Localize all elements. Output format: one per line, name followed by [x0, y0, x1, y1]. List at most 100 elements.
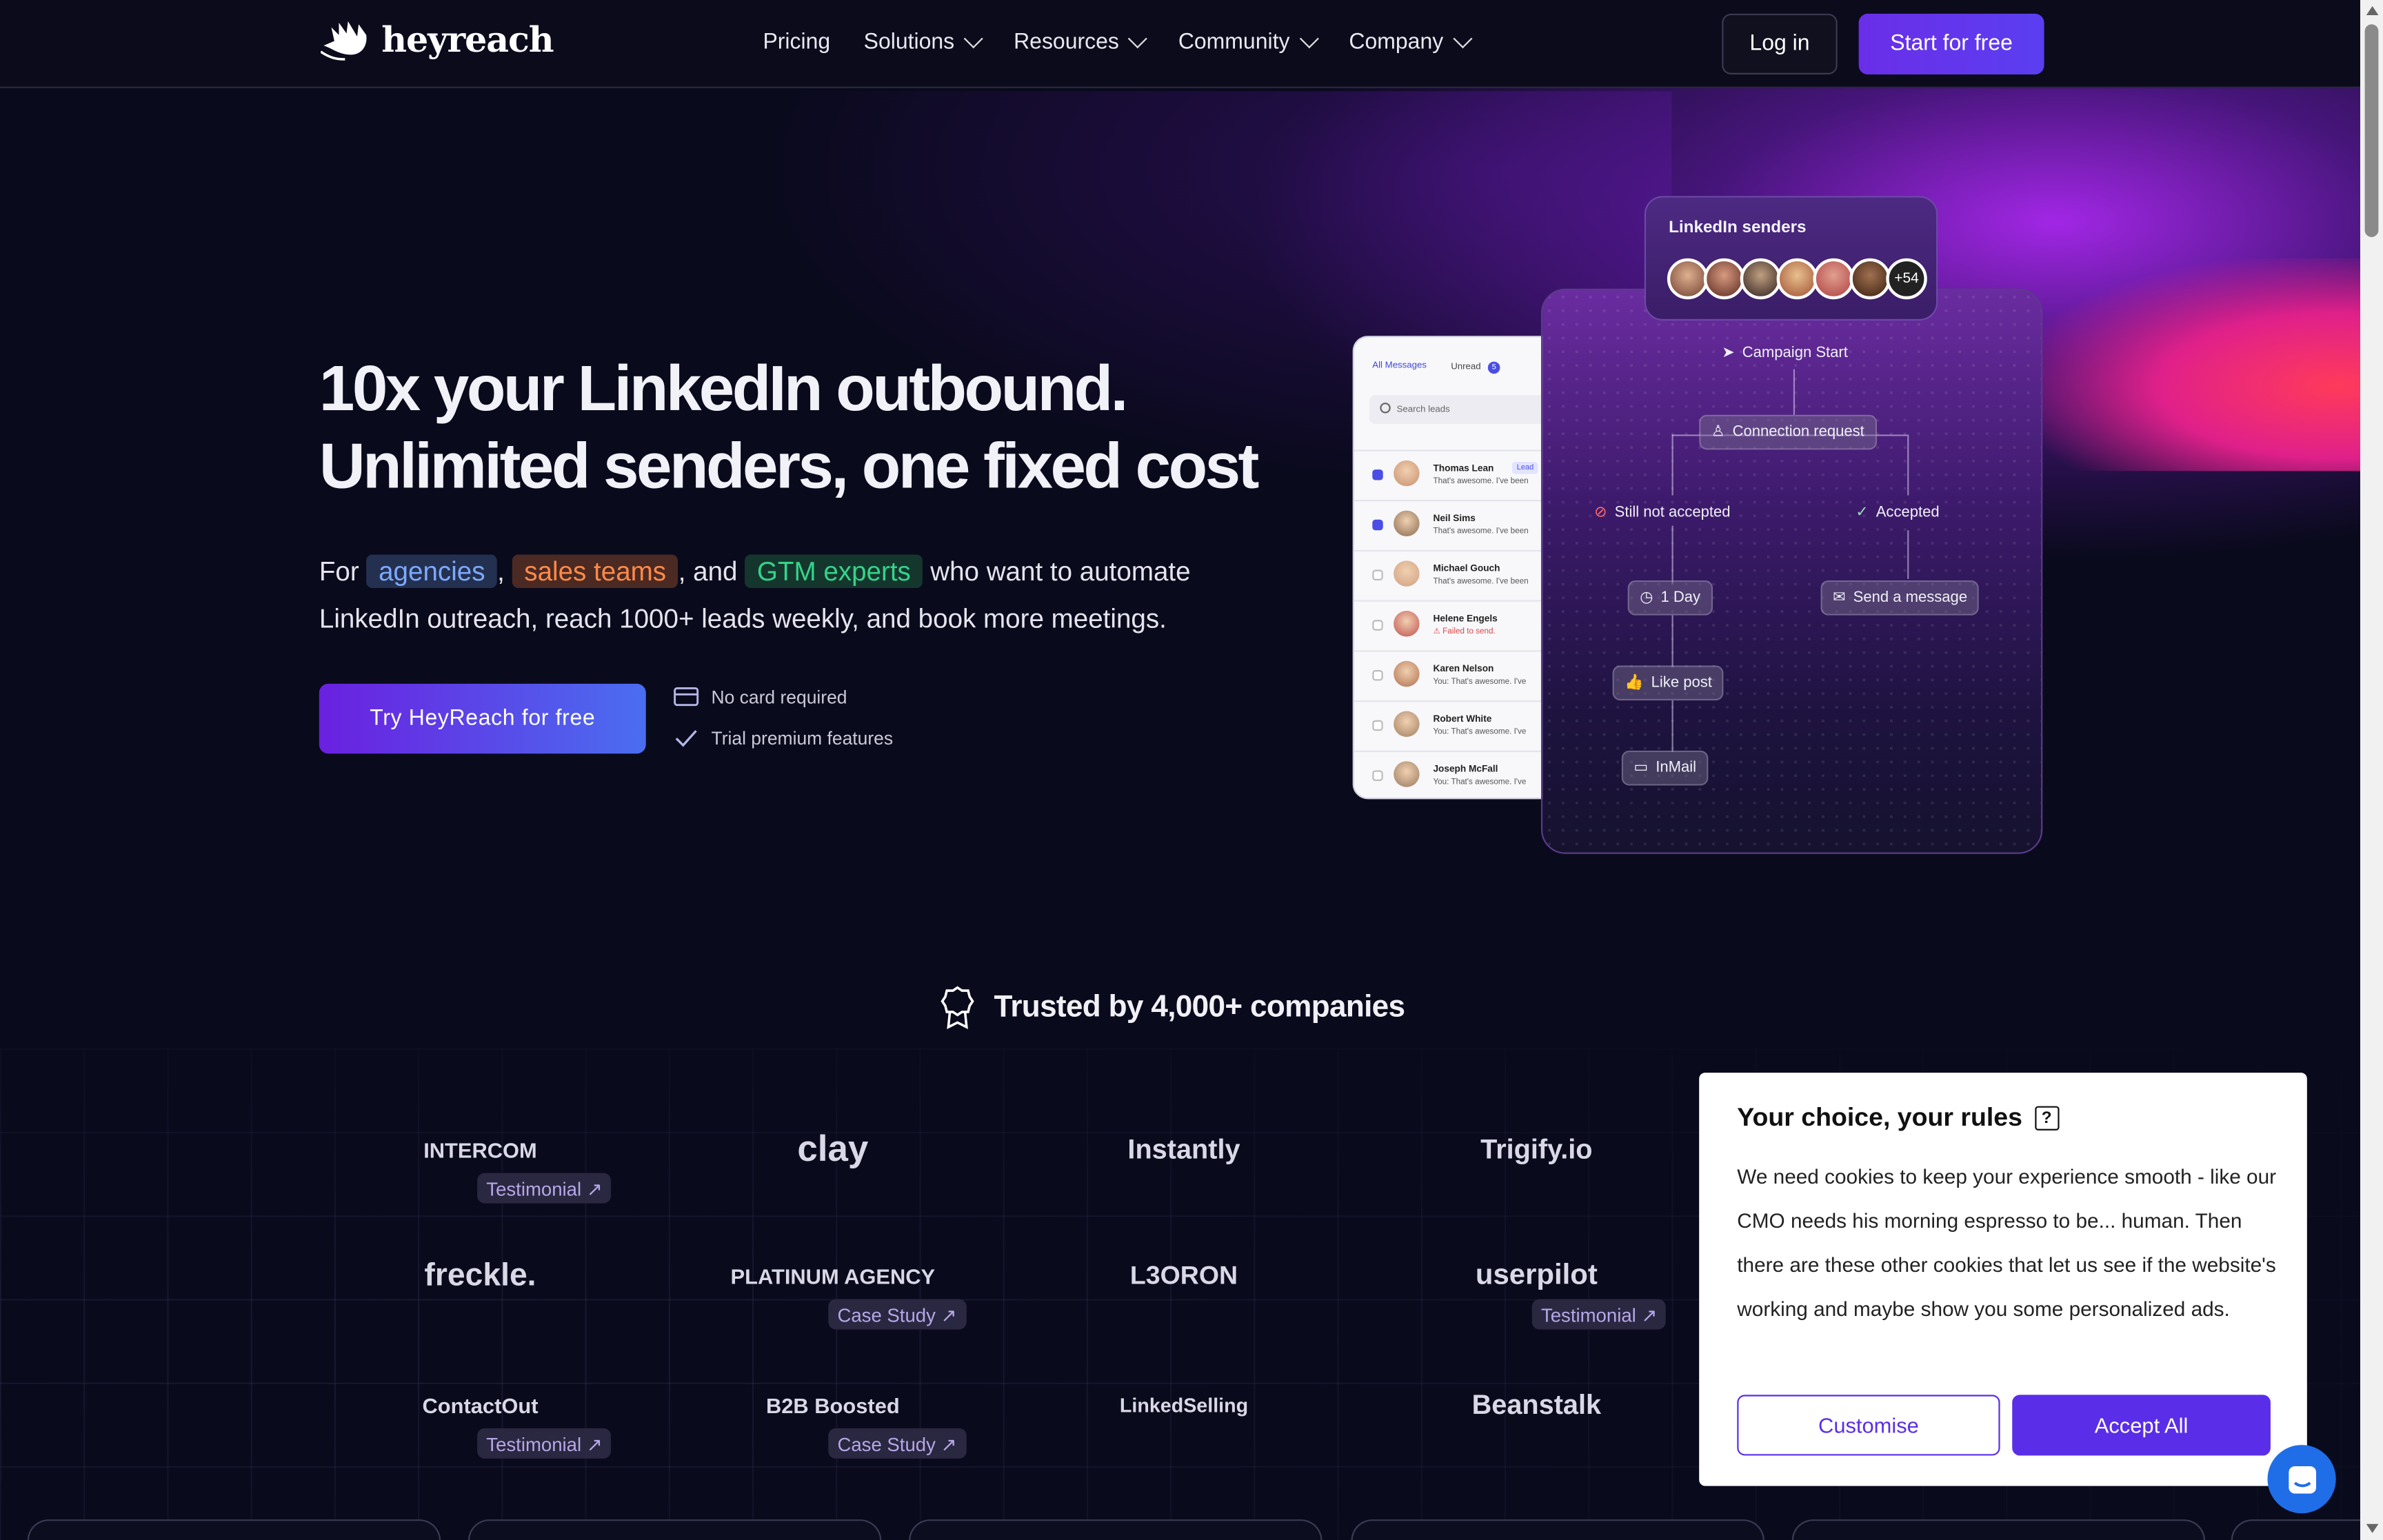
mail-icon: ✉	[1833, 589, 1846, 607]
chevron-down-icon	[1298, 29, 1319, 49]
hero-glow-pink	[2021, 258, 2383, 472]
linkedin-senders-card: LinkedIn senders +54	[1644, 196, 1938, 321]
login-button[interactable]: Log in	[1722, 13, 1838, 75]
wave-hand-logo-icon	[321, 21, 367, 61]
brand-logo[interactable]: heyreach	[321, 18, 554, 61]
tab-unread-label: Unread	[1451, 363, 1481, 373]
brand-badge[interactable]: Testimonial ↗	[477, 1173, 612, 1204]
inbox-row[interactable]: Neil Sims That's awesome. I've been	[1354, 500, 1565, 550]
avatar	[1776, 258, 1818, 300]
brand-name: Instantly	[1127, 1134, 1240, 1165]
brand-name: heyreach	[381, 19, 554, 61]
trusted-heading: Trusted by 4,000+ companies	[939, 984, 1405, 1030]
brand-badge[interactable]: Testimonial ↗	[1531, 1299, 1667, 1330]
brand-logo-l3oron: L3ORON	[1121, 1261, 1238, 1291]
accepted-label: Accepted	[1876, 504, 1940, 522]
user-icon: ♙	[1711, 423, 1725, 441]
inbox-row[interactable]: Karen Nelson You: That's awesome. I've	[1354, 650, 1565, 700]
start-free-button[interactable]: Start for free	[1858, 13, 2044, 75]
chevron-down-icon	[1452, 29, 1472, 49]
accept-all-button[interactable]: Accept All	[2012, 1395, 2271, 1456]
scroll-up-arrow-icon[interactable]	[2366, 6, 2379, 16]
feature-card	[27, 1519, 441, 1540]
nav-solutions[interactable]: Solutions	[864, 29, 983, 54]
sub-rest2: LinkedIn outreach, reach 1000+ leads wee…	[319, 603, 1167, 634]
inbox-row[interactable]: Joseph McFall You: That's awesome. I've	[1354, 750, 1565, 798]
row-name: Michael Gouch	[1433, 563, 1500, 575]
brand-logo-linkedselling: LinkedSelling	[1111, 1394, 1248, 1417]
cookie-body: We need cookies to keep your experience …	[1737, 1165, 2277, 1321]
node-inmail[interactable]: ▭ InMail	[1621, 750, 1709, 786]
send-message-label: Send a message	[1853, 589, 1968, 607]
sub-comma: ,	[497, 556, 505, 587]
node-accepted[interactable]: ✓ Accepted	[1856, 505, 1939, 521]
avatar	[1394, 711, 1420, 737]
brand-badge[interactable]: Case Study ↗	[828, 1299, 966, 1330]
row-checkbox[interactable]	[1372, 770, 1383, 781]
send-icon: ➤	[1722, 345, 1735, 362]
scrollbar-thumb[interactable]	[2364, 24, 2379, 237]
node-send-message[interactable]: ✉ Send a message	[1820, 580, 1980, 616]
question-icon[interactable]: ?	[2034, 1106, 2059, 1131]
tab-unread[interactable]: Unread 5	[1451, 361, 1500, 374]
brand-badge[interactable]: Testimonial ↗	[477, 1428, 612, 1459]
cookie-banner: Your choice, your rules ? We need cookie…	[1699, 1073, 2307, 1486]
inbox-row[interactable]: Robert White You: That's awesome. I've	[1354, 700, 1565, 751]
perk-trial-label: Trial premium features	[711, 727, 894, 749]
nav-resources[interactable]: Resources	[1014, 29, 1148, 55]
inmail-label: InMail	[1656, 760, 1697, 777]
nav-community[interactable]: Community	[1178, 29, 1319, 55]
nav-company[interactable]: Company	[1349, 29, 1472, 54]
node-one-day[interactable]: ◷ 1 Day	[1627, 580, 1713, 616]
page-scrollbar[interactable]	[2360, 0, 2383, 1540]
avatar	[1394, 660, 1420, 687]
cookie-title-text: Your choice, your rules	[1737, 1103, 2022, 1133]
node-still-not-accepted[interactable]: ⊘ Still not accepted	[1594, 505, 1730, 521]
nav-pricing[interactable]: Pricing	[763, 30, 830, 54]
hero-title-line1: 10x your LinkedIn outbound.	[319, 352, 1129, 424]
avatar	[1394, 560, 1420, 587]
try-heyreach-button[interactable]: Try HeyReach for free	[319, 683, 646, 754]
hero-title: 10x your LinkedIn outbound. Unlimited se…	[319, 349, 1260, 505]
avatar	[1703, 258, 1745, 300]
one-day-label: 1 Day	[1660, 589, 1701, 607]
search-leads-input[interactable]: Search leads	[1369, 395, 1549, 424]
perk-no-card-label: No card required	[711, 686, 847, 708]
brand-badge[interactable]: Case Study ↗	[828, 1428, 966, 1459]
chevron-down-icon	[1128, 29, 1148, 49]
inbox-icon: ▭	[1633, 760, 1649, 777]
avatar	[1394, 611, 1420, 637]
nav-community-label: Community	[1178, 30, 1290, 55]
node-campaign-start[interactable]: ➤ Campaign Start	[1722, 345, 1848, 361]
customise-button[interactable]: Customise	[1737, 1395, 2000, 1456]
inbox-row[interactable]: Thomas Lean Lead That's awesome. I've been	[1354, 449, 1565, 500]
row-message: That's awesome. I've been	[1433, 527, 1529, 537]
scroll-down-arrow-icon[interactable]	[2366, 1523, 2379, 1533]
like-post-label: Like post	[1651, 674, 1712, 691]
row-checkbox[interactable]	[1372, 569, 1383, 580]
chevron-down-icon	[963, 29, 983, 49]
row-checkbox[interactable]	[1372, 519, 1383, 531]
row-name: Karen Nelson	[1433, 664, 1494, 675]
row-checkbox[interactable]	[1372, 469, 1383, 480]
row-checkbox[interactable]	[1372, 620, 1383, 631]
avatar	[1394, 460, 1420, 487]
node-connection-request[interactable]: ♙ Connection request	[1699, 414, 1877, 450]
credit-card-icon	[674, 687, 699, 707]
row-message: That's awesome. I've been	[1433, 477, 1529, 487]
nav-resources-label: Resources	[1014, 30, 1119, 55]
row-checkbox[interactable]	[1372, 670, 1383, 681]
brand-name: Beanstalk	[1471, 1389, 1602, 1420]
brand-name: ContactOut	[422, 1393, 539, 1418]
brand-logo-intercom: INTERCOM	[414, 1138, 537, 1162]
node-like-post[interactable]: 👍 Like post	[1612, 665, 1725, 701]
row-message: You: That's awesome. I've	[1433, 778, 1527, 787]
inbox-row[interactable]: Michael Gouch That's awesome. I've been	[1354, 549, 1565, 600]
chat-launcher-button[interactable]	[2267, 1445, 2336, 1514]
brand-logo-contactout: ContactOut	[413, 1393, 538, 1417]
tab-all-messages[interactable]: All Messages	[1372, 362, 1427, 374]
brand-name: B2B Boosted	[765, 1393, 900, 1418]
inbox-row[interactable]: Helene Engels ⚠ Failed to send.	[1354, 600, 1565, 651]
clock-icon: ◷	[1640, 589, 1653, 607]
row-checkbox[interactable]	[1372, 720, 1383, 731]
